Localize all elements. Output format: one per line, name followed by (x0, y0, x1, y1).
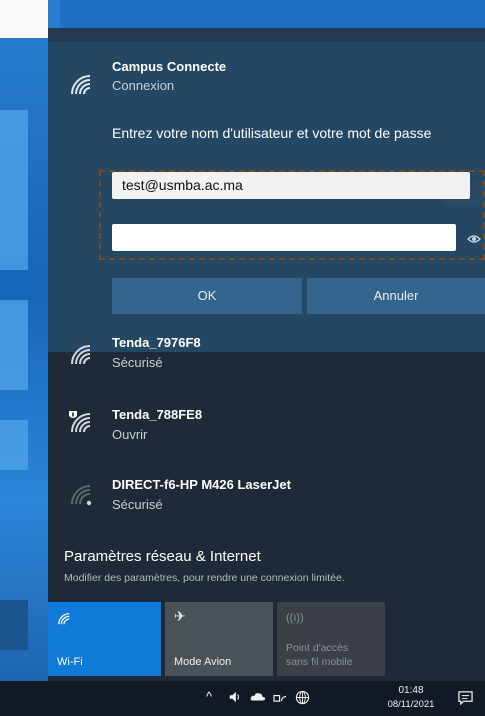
wifi-open-shield-icon (68, 410, 94, 436)
desktop-window-edge (0, 0, 48, 38)
network-tray-icon[interactable] (273, 690, 288, 706)
selected-network-panel[interactable]: Campus Connecte Connexion Entrez votre n… (48, 42, 485, 352)
onedrive-cloud-icon[interactable] (250, 690, 266, 705)
taskbar: ^ 01:48 08/11/2021 (0, 681, 485, 716)
hotspot-tile-label-line2: sans fil mobile (286, 656, 353, 668)
wifi-weak-icon (68, 482, 94, 508)
network-flyout: Campus Connecte Connexion Entrez votre n… (48, 28, 485, 681)
network-name: Tenda_7976F8 (112, 335, 201, 350)
cancel-button[interactable]: Annuler (307, 278, 485, 314)
action-center-icon[interactable] (458, 690, 473, 708)
wifi-tile-label: Wi-Fi (57, 656, 83, 668)
network-status: Sécurisé (112, 497, 163, 512)
network-settings-subtitle: Modifier des paramètres, pour rendre une… (64, 572, 345, 584)
network-list-item[interactable]: Tenda_7976F8 Sécurisé (48, 328, 485, 388)
airplane-mode-tile[interactable]: ✈ Mode Avion (165, 602, 273, 676)
wifi-tile[interactable]: Wi-Fi (48, 602, 161, 676)
network-list-item[interactable]: DIRECT-f6-HP M426 LaserJet Sécurisé (48, 470, 485, 530)
highlight-frame (99, 170, 485, 260)
volume-icon[interactable] (228, 690, 242, 707)
language-globe-icon[interactable] (295, 690, 310, 708)
ok-button[interactable]: OK (112, 278, 302, 314)
credentials-prompt: Entrez votre nom d'utilisateur et votre … (112, 125, 432, 141)
wifi-icon (68, 342, 94, 368)
wallpaper-panel (0, 420, 28, 470)
mobile-hotspot-tile[interactable]: ((ı)) Point d'accès sans fil mobile (277, 602, 385, 676)
network-status: Ouvrir (112, 427, 148, 442)
clock-time: 01:48 (398, 685, 424, 696)
wallpaper-panel (0, 110, 28, 270)
wallpaper-panel (0, 300, 28, 390)
airplane-tile-label: Mode Avion (174, 656, 232, 668)
wifi-icon (68, 72, 94, 98)
taskbar-clock[interactable]: 01:48 08/11/2021 (384, 684, 438, 712)
network-name: Campus Connecte (112, 59, 227, 74)
hotspot-icon: ((ı)) (286, 612, 304, 624)
airplane-icon: ✈ (174, 608, 186, 624)
network-list-item[interactable]: Tenda_788FE8 Ouvrir (48, 400, 485, 460)
flyout-top-strip (48, 28, 485, 42)
network-status: Sécurisé (112, 355, 163, 370)
wifi-icon (57, 612, 71, 629)
hotspot-tile-label: Point d'accès (286, 642, 349, 654)
network-status: Connexion (112, 78, 175, 93)
network-settings-link[interactable]: Paramètres réseau & Internet (64, 548, 261, 565)
network-name: DIRECT-f6-HP M426 LaserJet (112, 477, 291, 492)
show-hidden-icons-chevron-icon[interactable]: ^ (206, 689, 212, 704)
clock-date: 08/11/2021 (387, 699, 435, 710)
wallpaper-panel (0, 600, 28, 650)
network-name: Tenda_788FE8 (112, 407, 203, 422)
